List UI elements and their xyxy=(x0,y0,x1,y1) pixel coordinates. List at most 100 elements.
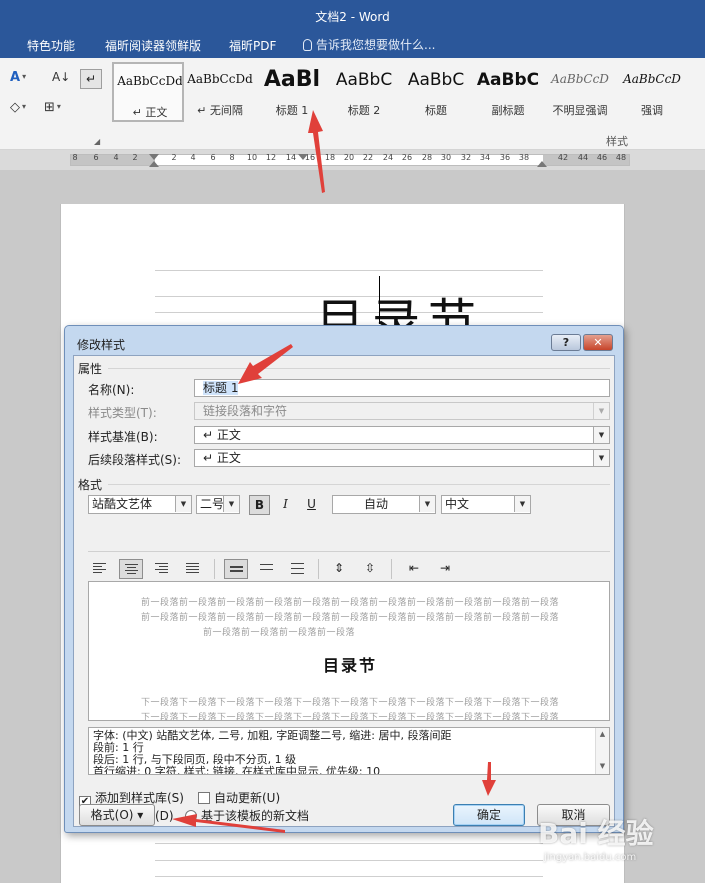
menu-item-foxit-pdf[interactable]: 福昕PDF xyxy=(229,37,276,54)
outdent-icon: ⇤ xyxy=(408,561,420,575)
show-marks-button[interactable]: ↵ xyxy=(80,69,102,89)
document-heading[interactable]: 目录节 xyxy=(316,282,484,326)
menu-item-foxit-reader[interactable]: 福昕阅读器领鲜版 xyxy=(105,37,201,54)
text-line xyxy=(155,843,543,844)
lightbulb-icon xyxy=(303,39,312,51)
style-title[interactable]: AaBbC 标题 xyxy=(400,62,472,122)
dialog-body: 属性 名称(N): 标题 1 样式类型(T): 链接段落和字符 ▼ 样式基准(B)… xyxy=(73,355,615,827)
style-heading-1[interactable]: AaBl 标题 1 xyxy=(256,62,328,122)
description-line: 首行缩进: 0 字符, 样式: 链接, 在样式库中显示, 优先级: 10 xyxy=(93,765,381,775)
decrease-spacing-button[interactable]: ⇳ xyxy=(358,559,382,579)
close-button[interactable]: ✕ xyxy=(583,334,613,351)
font-color-value: 自动 xyxy=(363,497,388,511)
text-effects-button[interactable]: A ▾ xyxy=(10,70,26,90)
based-on-select[interactable]: ↵ 正文 ▼ xyxy=(194,426,610,444)
script-select[interactable]: 中文 ▼ xyxy=(441,495,531,514)
justify-button[interactable] xyxy=(181,559,205,579)
format-button[interactable]: 格式(O) ▾ xyxy=(79,804,155,826)
single-spacing-icon xyxy=(230,566,243,574)
one-half-spacing-button[interactable] xyxy=(255,559,279,579)
center-tab-marker[interactable] xyxy=(298,154,308,160)
toolbar-separator xyxy=(214,559,215,579)
style-type-value: 链接段落和字符 xyxy=(203,404,288,418)
preview-heading: 目录节 xyxy=(322,656,377,675)
text-line xyxy=(155,860,543,861)
dialog-launcher-icon[interactable]: ◢ xyxy=(94,137,100,146)
increase-indent-button[interactable]: ⇥ xyxy=(433,559,457,579)
toolbar-separator xyxy=(318,559,319,579)
decrease-indent-button[interactable]: ⇤ xyxy=(402,559,426,579)
align-right-button[interactable] xyxy=(150,559,174,579)
style-description: 字体: (中文) 站酷文艺体, 二号, 加粗, 字距调整二号, 缩进: 居中, … xyxy=(88,727,610,775)
tell-me-text: 告诉我您想要做什么... xyxy=(316,38,436,52)
size-select[interactable]: 二号 ▼ xyxy=(196,495,240,514)
description-line: 字体: (中文) 站酷文艺体, 二号, 加粗, 字距调整二号, 缩进: 居中, … xyxy=(93,729,452,742)
following-style-select[interactable]: ↵ 正文 ▼ xyxy=(194,449,610,467)
new-documents-radio[interactable]: 基于该模板的新文档 xyxy=(185,807,309,824)
styles-group-label: 样式 xyxy=(606,135,628,148)
style-type-select: 链接段落和字符 ▼ xyxy=(194,402,610,420)
horizontal-ruler[interactable]: 8 6 4 2 2 4 6 8 10 12 14 16 18 20 22 24 26 28 30 32 34 36 38 42… xyxy=(0,150,705,170)
dropdown-arrow-icon[interactable]: ▼ xyxy=(419,496,435,512)
dropdown-arrow-icon[interactable]: ▼ xyxy=(593,450,609,466)
style-emphasis[interactable]: AaBbCcD 强调 xyxy=(616,62,688,122)
increase-spacing-button[interactable]: ⇕ xyxy=(327,559,351,579)
dropdown-arrow-icon[interactable]: ▼ xyxy=(593,427,609,443)
font-color-select[interactable]: 自动 ▼ xyxy=(332,495,436,514)
dropdown-arrow-icon[interactable]: ▼ xyxy=(175,496,191,512)
spacing-down-icon: ⇳ xyxy=(364,561,376,575)
indent-icon: ⇥ xyxy=(439,561,451,575)
align-right-icon xyxy=(155,563,168,575)
title-bar: 文档2 - Word xyxy=(0,0,705,30)
help-button[interactable]: ? xyxy=(551,334,581,351)
style-name: 标题 2 xyxy=(347,104,381,117)
style-name: 副标题 xyxy=(491,104,525,117)
scroll-down-icon[interactable]: ▼ xyxy=(596,760,609,772)
tell-me-search[interactable]: 告诉我您想要做什么... xyxy=(303,36,435,53)
borders-icon: ⊞ xyxy=(44,100,55,115)
align-center-button[interactable] xyxy=(119,559,143,579)
ok-button[interactable]: 确定 xyxy=(453,804,525,826)
shading-button[interactable]: ◇ ▾ xyxy=(10,100,26,120)
bold-button[interactable]: B xyxy=(249,495,270,515)
scroll-up-icon[interactable]: ▲ xyxy=(596,728,609,740)
style-subtle-emphasis[interactable]: AaBbCcD 不明显强调 xyxy=(544,62,616,122)
style-normal[interactable]: AaBbCcDd ↵ 正文 xyxy=(112,62,184,122)
format-section-label: 格式 xyxy=(78,478,103,492)
add-to-gallery-label: 添加到样式库(S) xyxy=(95,791,184,805)
align-left-button[interactable] xyxy=(88,559,112,579)
auto-update-checkbox[interactable]: 自动更新(U) xyxy=(198,789,280,806)
italic-button[interactable]: I xyxy=(275,495,296,515)
right-indent-marker[interactable] xyxy=(537,161,547,167)
menu-item-special[interactable]: 特色功能 xyxy=(27,37,75,54)
section-divider xyxy=(108,368,610,369)
sort-button[interactable]: A↓ xyxy=(52,70,70,90)
based-on-label: 样式基准(B): xyxy=(88,430,158,444)
double-spacing-button[interactable] xyxy=(286,559,310,579)
preview-next-line: 下一段落下一段落下一段落下一段落下一段落下一段落下一段落下一段落下一段落下一段落… xyxy=(140,698,559,708)
name-field[interactable]: 标题 1 xyxy=(194,379,610,397)
borders-button[interactable]: ⊞ ▾ xyxy=(44,100,61,120)
align-left-icon xyxy=(93,563,106,575)
style-preview: AaBbCcD xyxy=(551,72,609,86)
underline-button[interactable]: U xyxy=(301,495,322,515)
description-scrollbar[interactable]: ▲ ▼ xyxy=(595,728,609,774)
dropdown-arrow-icon[interactable]: ▼ xyxy=(223,496,239,512)
style-name: 不明显强调 xyxy=(552,104,608,117)
style-name: ↵ 无间隔 xyxy=(197,104,243,117)
preview-prev-line: 前一段落前一段落前一段落前一段落前一段落前一段落前一段落前一段落前一段落前一段落… xyxy=(140,598,559,608)
style-no-spacing[interactable]: AaBbCcDd ↵ 无间隔 xyxy=(184,62,256,122)
style-subtitle[interactable]: AaBbC 副标题 xyxy=(472,62,544,122)
style-name: ↵ 正文 xyxy=(132,106,168,119)
first-line-indent-marker[interactable] xyxy=(149,154,159,160)
style-heading-2[interactable]: AaBbC 标题 2 xyxy=(328,62,400,122)
dropdown-arrow-icon[interactable]: ▼ xyxy=(514,496,530,512)
sort-icon: A↓ xyxy=(52,70,71,84)
single-spacing-button[interactable] xyxy=(224,559,248,579)
dialog-title: 修改样式 xyxy=(77,338,126,352)
text-effects-icon: A xyxy=(10,70,21,85)
ribbon: A ▾ A↓ ↵ ◇ ▾ ⊞ ▾ ◢ AaBbCcDd ↵ 正文 AaBbCcDd ↵… xyxy=(0,58,705,150)
hanging-indent-marker[interactable] xyxy=(149,161,159,167)
font-select[interactable]: 站酷文艺体 ▼ xyxy=(88,495,192,514)
watermark-url: jingyan.baidu.com xyxy=(544,852,637,863)
